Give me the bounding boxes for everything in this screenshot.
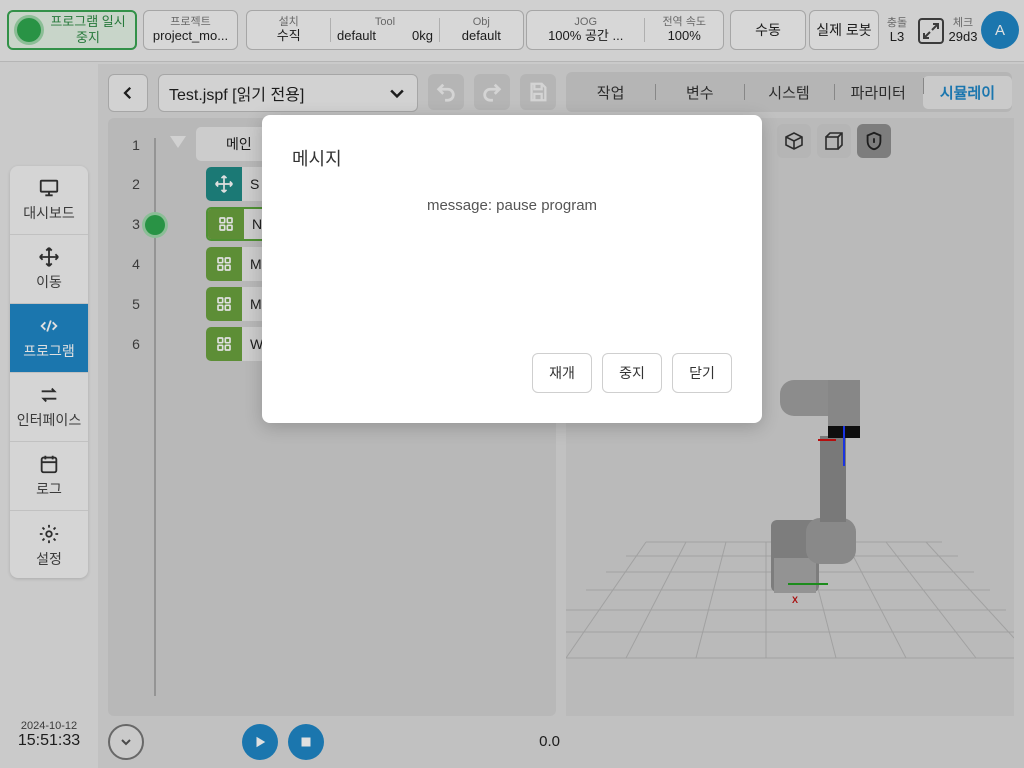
resume-button[interactable]: 재개 (532, 353, 592, 393)
message-dialog: 메시지 message: pause program 재개 중지 닫기 (262, 115, 762, 423)
dialog-title: 메시지 (292, 149, 342, 169)
stop-dialog-button[interactable]: 중지 (602, 353, 662, 393)
dialog-message: message: pause program (426, 197, 598, 214)
close-button[interactable]: 닫기 (672, 353, 732, 393)
